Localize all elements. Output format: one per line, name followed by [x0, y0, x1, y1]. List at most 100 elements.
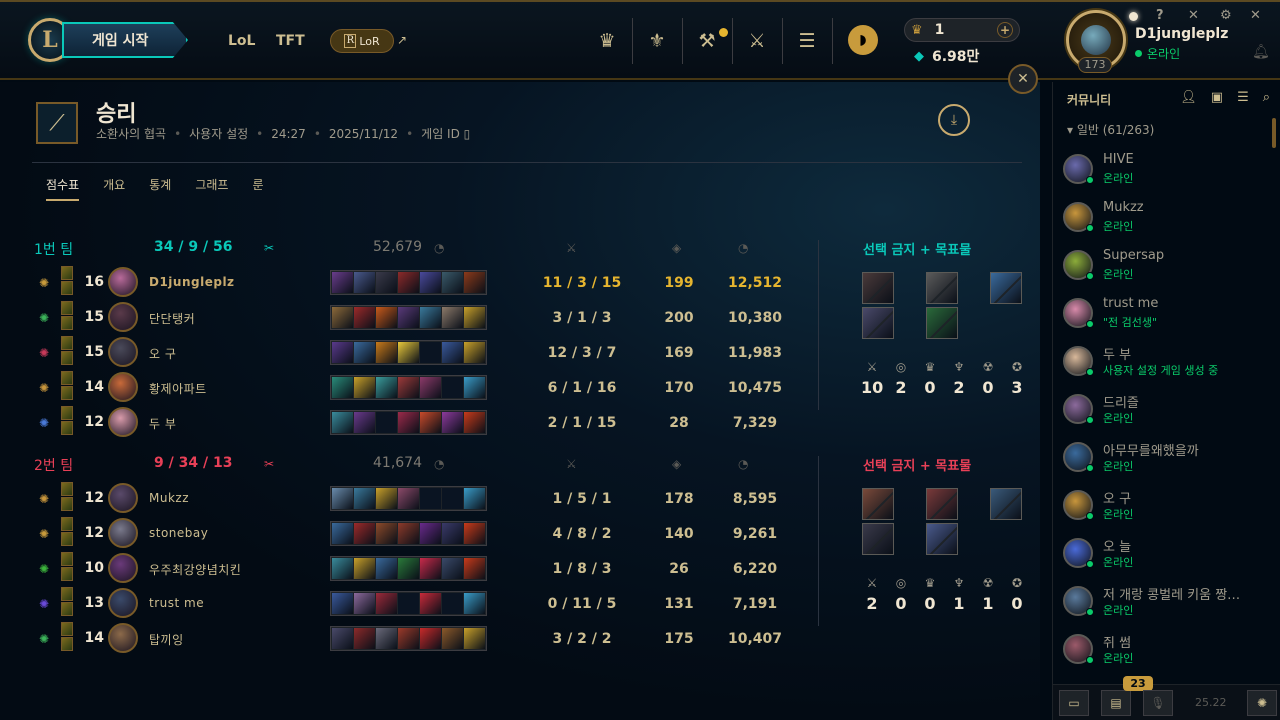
item-slot[interactable] [398, 628, 419, 649]
item-slot[interactable] [332, 628, 353, 649]
item-slot[interactable] [376, 558, 397, 579]
list-view-icon[interactable]: ☰ [1237, 90, 1249, 105]
help-icon[interactable]: ? [1156, 8, 1164, 23]
item-slot[interactable] [464, 307, 485, 328]
tab-stats[interactable]: 통계 [149, 176, 171, 201]
item-slot[interactable] [442, 558, 463, 579]
summoner-name[interactable]: D1jungleplz [1135, 26, 1228, 42]
item-slot[interactable] [398, 342, 419, 363]
player-name[interactable]: D1jungleplz [149, 275, 235, 289]
item-slot[interactable] [398, 377, 419, 398]
friend-list-item[interactable]: Mukzz 온라인 [1063, 198, 1273, 242]
item-slot[interactable] [442, 523, 463, 544]
friend-list-item[interactable]: 오 늘 온라인 [1063, 534, 1273, 578]
champion-portrait[interactable] [108, 588, 138, 618]
item-slot[interactable] [442, 488, 463, 509]
item-slot[interactable] [398, 593, 419, 614]
champion-portrait[interactable] [108, 407, 138, 437]
player-name[interactable]: 오 구 [149, 345, 176, 362]
settings-icon[interactable]: ⚙ [1220, 8, 1232, 23]
item-slot[interactable] [332, 307, 353, 328]
missions-icon[interactable]: ▤ [1101, 690, 1131, 716]
search-icon[interactable]: ⌕ [1263, 90, 1270, 105]
add-folder-icon[interactable]: ▣ [1211, 90, 1223, 105]
item-slot[interactable] [464, 628, 485, 649]
item-slot[interactable] [376, 272, 397, 293]
item-slot[interactable] [420, 558, 441, 579]
battle-pass-icon[interactable]: ◗ [848, 25, 878, 55]
esports-icon[interactable]: ♛ [590, 24, 624, 58]
item-slot[interactable] [420, 307, 441, 328]
friend-list-item[interactable]: 저 개랑 콩벌레 키움 짱… 온라인 [1063, 582, 1273, 626]
tab-overview[interactable]: 개요 [103, 176, 125, 201]
item-slot[interactable] [398, 412, 419, 433]
champion-portrait[interactable] [108, 337, 138, 367]
item-slot[interactable] [354, 628, 375, 649]
chat-icon[interactable]: ▭ [1059, 690, 1089, 716]
player-row[interactable]: ✺ 10 우주최강양념치킨 1 / 8 / 3 26 6,220 [34, 550, 794, 584]
player-row[interactable]: ✺ 12 두 부 2 / 1 / 15 28 7,329 [34, 404, 794, 438]
tab-graphs[interactable]: 그래프 [195, 176, 228, 201]
friend-group-header[interactable]: ▾ 일반 (61/263) [1067, 121, 1154, 138]
item-slot[interactable] [332, 523, 353, 544]
item-slot[interactable] [376, 342, 397, 363]
player-row[interactable]: ✺ 16 D1jungleplz 11 / 3 / 15 199 12,512 [34, 264, 794, 298]
item-slot[interactable] [420, 377, 441, 398]
player-name[interactable]: trust me [149, 596, 204, 610]
item-slot[interactable] [376, 307, 397, 328]
item-slot[interactable] [420, 342, 441, 363]
item-slot[interactable] [464, 558, 485, 579]
add-friend-icon[interactable]: 👤︎ [1180, 90, 1197, 105]
scrollbar[interactable] [1272, 118, 1276, 148]
item-slot[interactable] [464, 412, 485, 433]
champion-portrait[interactable] [108, 553, 138, 583]
nav-tft[interactable]: TFT [276, 33, 305, 49]
minimize-icon[interactable]: ✕ [1188, 8, 1199, 23]
play-button[interactable]: 게임 시작 [62, 22, 188, 58]
player-name[interactable]: 황제아파트 [149, 380, 207, 397]
champion-portrait[interactable] [108, 518, 138, 548]
player-name[interactable]: 단단탱커 [149, 310, 195, 327]
friend-list-item[interactable]: trust me "전 검선생" [1063, 294, 1273, 338]
close-window-icon[interactable]: ✕ [1250, 8, 1261, 23]
item-slot[interactable] [376, 523, 397, 544]
item-slot[interactable] [420, 272, 441, 293]
item-slot[interactable] [420, 412, 441, 433]
item-slot[interactable] [398, 523, 419, 544]
item-slot[interactable] [354, 558, 375, 579]
friend-list-item[interactable]: Supersap 온라인 [1063, 246, 1273, 290]
item-slot[interactable] [332, 342, 353, 363]
item-slot[interactable] [376, 412, 397, 433]
item-slot[interactable] [332, 412, 353, 433]
champion-portrait[interactable] [108, 483, 138, 513]
item-slot[interactable] [464, 377, 485, 398]
copy-icon[interactable]: ▯ [464, 127, 471, 141]
item-slot[interactable] [420, 523, 441, 544]
player-name[interactable]: Mukzz [149, 491, 189, 505]
item-slot[interactable] [376, 377, 397, 398]
crafting-icon[interactable]: ⚔ [740, 24, 774, 58]
item-slot[interactable] [442, 593, 463, 614]
player-row[interactable]: ✺ 14 황제아파트 6 / 1 / 16 170 10,475 [34, 369, 794, 403]
item-slot[interactable] [398, 488, 419, 509]
player-row[interactable]: ✺ 15 단단탱커 3 / 1 / 3 200 10,380 [34, 299, 794, 333]
close-postgame-button[interactable]: ✕ [1008, 64, 1038, 94]
item-slot[interactable] [332, 488, 353, 509]
item-slot[interactable] [376, 593, 397, 614]
item-slot[interactable] [464, 342, 485, 363]
friend-list-item[interactable]: 두 부 사용자 설정 게임 생성 중 [1063, 342, 1273, 386]
player-name[interactable]: 두 부 [149, 415, 176, 432]
currency-counter[interactable]: ♛ 1 + [904, 18, 1020, 42]
item-slot[interactable] [442, 412, 463, 433]
player-name[interactable]: 우주최강양념치킨 [149, 561, 241, 578]
item-slot[interactable] [442, 272, 463, 293]
item-slot[interactable] [420, 488, 441, 509]
nav-lol[interactable]: LoL [228, 33, 255, 49]
friend-list-item[interactable]: 아무무를왜했을까 온라인 [1063, 438, 1273, 482]
item-slot[interactable] [442, 377, 463, 398]
player-row[interactable]: ✺ 12 stonebay 4 / 8 / 2 140 9,261 [34, 515, 794, 549]
champion-portrait[interactable] [108, 372, 138, 402]
friend-list-item[interactable]: HIVE 온라인 [1063, 150, 1273, 194]
item-slot[interactable] [398, 272, 419, 293]
add-currency-icon[interactable]: + [997, 22, 1013, 38]
